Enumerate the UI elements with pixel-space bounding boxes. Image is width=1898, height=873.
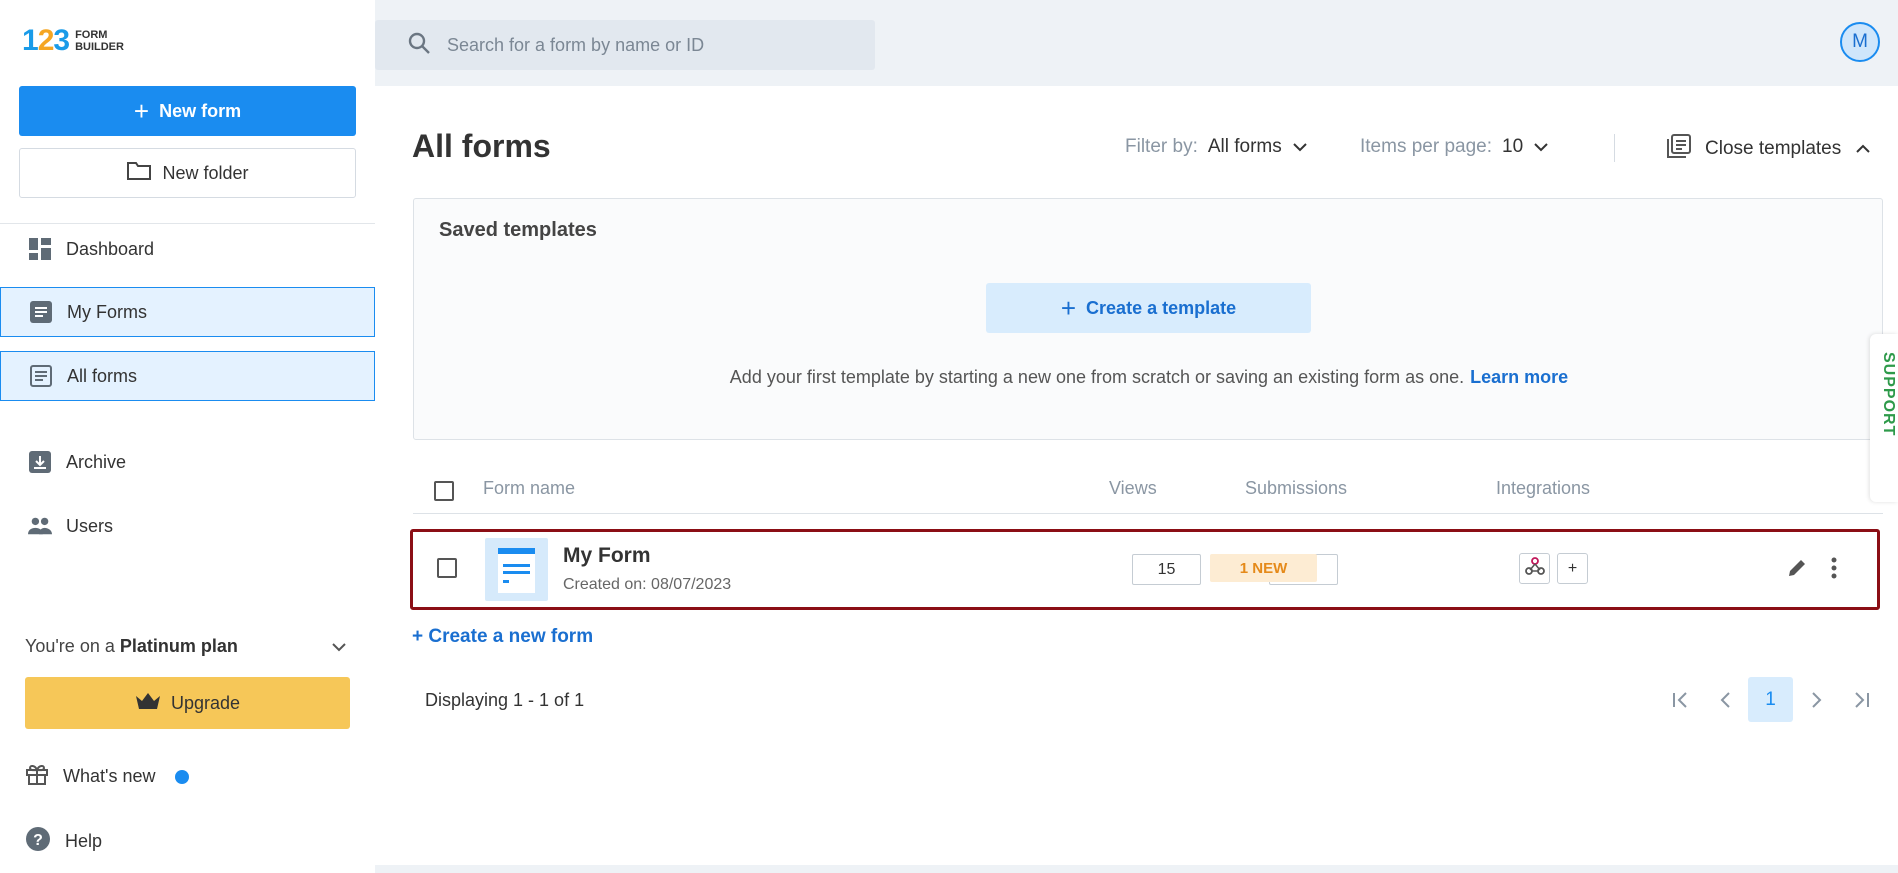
close-templates-button[interactable]: Close templates <box>1667 134 1871 164</box>
svg-text:?: ? <box>33 832 43 849</box>
search-bar <box>375 20 875 70</box>
crown-icon <box>135 691 161 716</box>
items-per-page-label: Items per page: <box>1360 136 1493 157</box>
chevron-down-icon <box>1533 136 1549 158</box>
plan-name: Platinum plan <box>119 636 238 656</box>
sidebar-item-label: Archive <box>66 451 127 472</box>
help-label: Help <box>65 831 103 851</box>
saved-templates-title: Saved templates <box>439 219 597 241</box>
chevron-up-icon <box>1855 138 1871 160</box>
edit-icon[interactable] <box>1783 554 1811 582</box>
new-form-button[interactable]: + New form <box>19 86 356 136</box>
filter-value: All forms <box>1207 136 1282 157</box>
filter-dropdown[interactable]: Filter by: All forms <box>1125 136 1308 158</box>
page-button-current[interactable]: 1 <box>1748 677 1793 722</box>
create-template-label: Create a template <box>1086 297 1237 318</box>
chevron-down-icon <box>331 636 347 657</box>
sidebar-item-archive[interactable]: Archive <box>0 437 375 487</box>
sidebar-item-label: Users <box>66 515 114 536</box>
plus-icon: + <box>1060 293 1077 323</box>
filter-label: Filter by: <box>1125 136 1198 157</box>
search-input[interactable] <box>447 34 847 56</box>
plan-selector[interactable]: You're on a Platinum plan <box>25 636 347 657</box>
sidebar-item-label: All forms <box>67 365 138 386</box>
chevron-down-icon <box>1292 136 1308 158</box>
help-icon: ? <box>25 826 51 857</box>
column-form-name[interactable]: Form name <box>483 478 575 499</box>
table-row[interactable]: My Form Created on: 08/07/2023 15 6 1 NE… <box>410 529 1880 610</box>
new-folder-button[interactable]: New folder <box>19 148 356 198</box>
sidebar-item-label: Dashboard <box>66 238 155 259</box>
more-options-icon[interactable] <box>1820 554 1848 582</box>
logo-number: 123 <box>22 24 70 57</box>
sidebar-item-all-forms[interactable]: All forms <box>0 351 375 401</box>
templates-description: Add your first template by starting a ne… <box>729 367 1569 387</box>
avatar[interactable]: M <box>1840 22 1880 62</box>
support-tab[interactable]: SUPPORT <box>1870 334 1898 502</box>
add-integration-button[interactable]: + <box>1557 553 1588 584</box>
new-folder-label: New folder <box>162 162 249 183</box>
whats-new-label: What's new <box>63 766 156 786</box>
create-new-form-link[interactable]: + Create a new form <box>412 626 593 648</box>
table-header: Form name Views Submissions Integrations <box>413 468 1883 514</box>
previous-page-icon[interactable] <box>1703 677 1748 722</box>
dashboard-icon <box>28 237 52 261</box>
webhook-icon <box>1524 556 1545 581</box>
items-per-page-value: 10 <box>1502 136 1524 157</box>
sidebar-item-dashboard[interactable]: Dashboard <box>0 224 375 274</box>
plan-text: You're on a Platinum plan <box>25 636 238 656</box>
form-created-date: Created on: 08/07/2023 <box>563 576 732 593</box>
form-thumbnail[interactable] <box>485 538 548 601</box>
gift-icon <box>25 762 49 791</box>
sidebar: 123 FORM BUILDER + New form New folder D… <box>0 0 375 873</box>
sidebar-item-users[interactable]: Users <box>0 501 375 551</box>
plus-icon: + <box>133 96 150 126</box>
next-page-icon[interactable] <box>1793 677 1838 722</box>
saved-templates-panel: Saved templates + Create a template Add … <box>413 198 1883 440</box>
new-form-label: New form <box>159 100 242 121</box>
form-icon <box>29 300 53 324</box>
upgrade-label: Upgrade <box>170 692 241 713</box>
users-icon <box>28 514 52 538</box>
upgrade-button[interactable]: Upgrade <box>25 677 350 729</box>
close-templates-label: Close templates <box>1705 138 1842 159</box>
search-icon <box>407 31 431 60</box>
column-submissions[interactable]: Submissions <box>1245 478 1347 499</box>
items-per-page-dropdown[interactable]: Items per page: 10 <box>1360 136 1549 158</box>
help-link[interactable]: ? Help <box>25 826 102 857</box>
form-name[interactable]: My Form <box>563 544 651 568</box>
sidebar-item-label: My Forms <box>67 301 147 322</box>
select-all-checkbox[interactable] <box>434 481 454 501</box>
column-integrations: Integrations <box>1496 478 1591 498</box>
column-views[interactable]: Views <box>1109 478 1157 499</box>
notification-dot <box>175 769 190 784</box>
toolbar-divider <box>1614 134 1615 162</box>
pagination: 1 <box>1658 677 1883 722</box>
first-page-icon[interactable] <box>1658 677 1703 722</box>
list-icon <box>29 364 53 388</box>
new-submissions-badge[interactable]: 1 NEW <box>1210 554 1317 582</box>
views-count[interactable]: 15 <box>1132 554 1201 585</box>
logo[interactable]: 123 FORM BUILDER <box>22 26 124 56</box>
archive-icon <box>28 450 52 474</box>
pagination-summary: Displaying 1 - 1 of 1 <box>425 690 585 710</box>
create-template-button[interactable]: + Create a template <box>986 283 1311 333</box>
webhook-integration-button[interactable] <box>1519 553 1550 584</box>
templates-icon <box>1667 134 1691 164</box>
whats-new-link[interactable]: What's new <box>25 762 190 791</box>
page-title: All forms <box>412 128 551 164</box>
learn-more-link[interactable]: Learn more <box>1470 367 1568 387</box>
logo-text: FORM BUILDER <box>75 29 124 53</box>
main-panel: All forms Filter by: All forms Items per… <box>375 86 1898 865</box>
sidebar-item-my-forms[interactable]: My Forms <box>0 287 375 337</box>
row-checkbox[interactable] <box>437 558 457 578</box>
last-page-icon[interactable] <box>1838 677 1883 722</box>
folder-icon <box>126 160 152 187</box>
support-label: SUPPORT <box>1880 352 1897 437</box>
